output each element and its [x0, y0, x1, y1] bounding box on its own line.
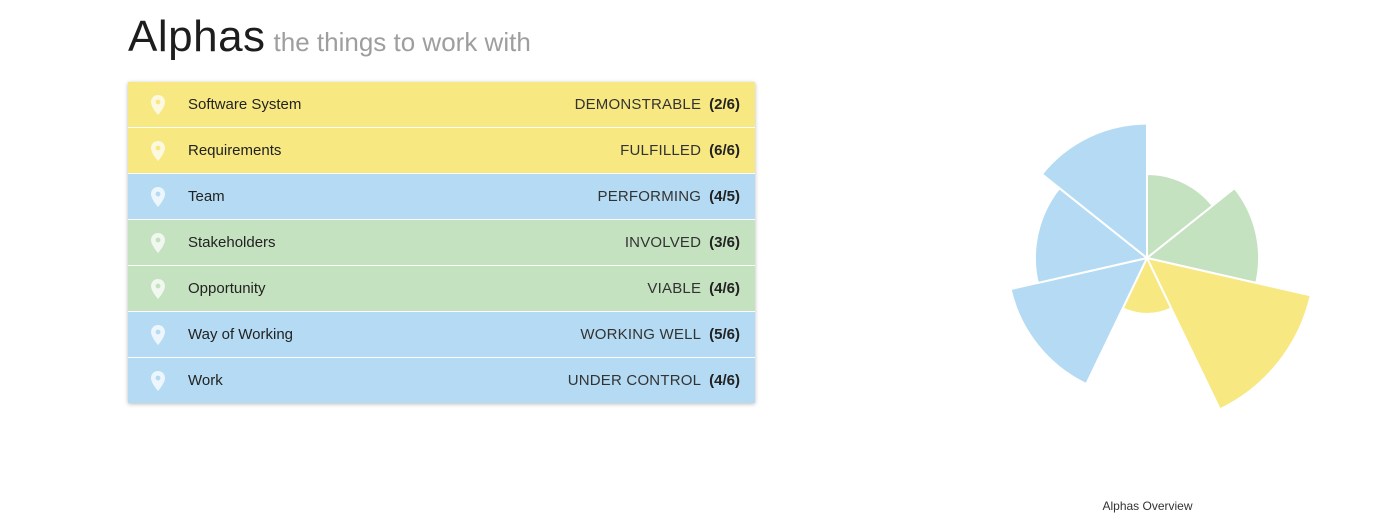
alpha-name: Opportunity [188, 280, 266, 297]
alpha-row-requirements[interactable]: Requirements FULFILLED (6/6) [128, 128, 755, 174]
alpha-progress: (5/6) [709, 326, 740, 343]
location-pin-icon [149, 94, 167, 116]
alpha-list: Software System DEMONSTRABLE (2/6) Requi… [128, 82, 755, 403]
alpha-row-opportunity[interactable]: Opportunity VIABLE (4/6) [128, 266, 755, 312]
alpha-name: Work [188, 372, 223, 389]
alpha-state: INVOLVED [624, 234, 702, 251]
alpha-progress: (4/5) [709, 188, 740, 205]
alpha-state: VIABLE [647, 280, 702, 297]
alpha-progress: (6/6) [709, 142, 740, 159]
page-heading: Alphas the things to work with [128, 12, 531, 62]
chart-segment-way-of-working [1009, 256, 1149, 386]
alpha-progress: (4/6) [709, 280, 740, 297]
page-subtitle: the things to work with [273, 27, 531, 57]
alpha-name: Team [188, 188, 225, 205]
polar-area-chart-svg [1009, 122, 1312, 411]
alpha-row-way-of-working[interactable]: Way of Working WORKING WELL (5/6) [128, 312, 755, 358]
location-pin-icon [149, 324, 167, 346]
alpha-row-team[interactable]: Team PERFORMING (4/5) [128, 174, 755, 220]
alphas-overview-chart [990, 80, 1360, 460]
alpha-state: DEMONSTRABLE [574, 96, 702, 113]
alpha-state: FULFILLED [620, 142, 702, 159]
alpha-state: UNDER CONTROL [567, 372, 702, 389]
alpha-progress: (4/6) [709, 372, 740, 389]
location-pin-icon [149, 278, 167, 300]
alpha-row-work[interactable]: Work UNDER CONTROL (4/6) [128, 358, 755, 403]
location-pin-icon [149, 186, 167, 208]
chart-caption: Alphas Overview [1102, 499, 1193, 513]
alpha-row-software-system[interactable]: Software System DEMONSTRABLE (2/6) [128, 82, 755, 128]
location-pin-icon [149, 232, 167, 254]
alpha-name: Way of Working [188, 326, 294, 343]
alpha-progress: (3/6) [709, 234, 740, 251]
location-pin-icon [149, 140, 167, 162]
chart-segment-requirements [1145, 256, 1312, 411]
alpha-name: Stakeholders [188, 234, 276, 251]
alpha-row-stakeholders[interactable]: Stakeholders INVOLVED (3/6) [128, 220, 755, 266]
location-pin-icon [149, 370, 167, 392]
alpha-name: Software System [188, 96, 302, 113]
page-title: Alphas [128, 12, 266, 61]
alpha-state: WORKING WELL [580, 326, 702, 343]
alpha-name: Requirements [188, 142, 282, 159]
alpha-progress: (2/6) [709, 96, 740, 113]
alpha-state: PERFORMING [597, 188, 702, 205]
